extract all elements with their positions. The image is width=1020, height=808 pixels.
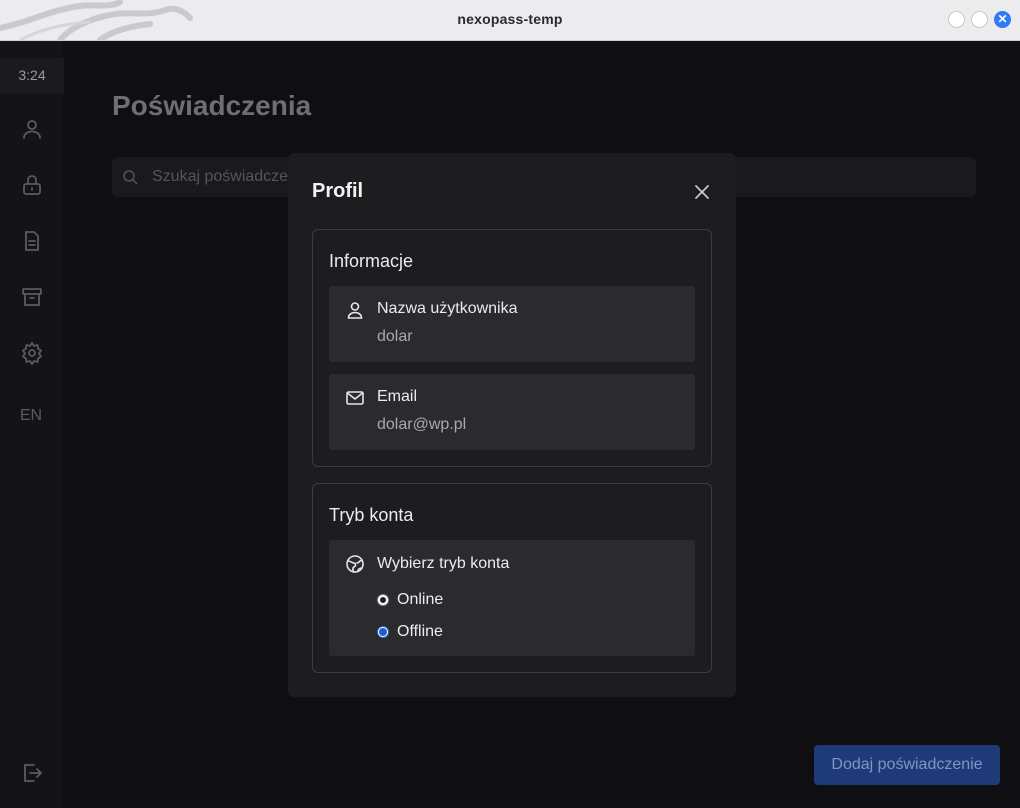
close-icon[interactable] (692, 182, 712, 202)
profile-modal: Profil Informacje Nazwa użytkownika dola… (288, 153, 736, 697)
info-card: Informacje Nazwa użytkownika dolar Email… (312, 229, 712, 467)
modal-title: Profil (312, 180, 364, 202)
settings-icon[interactable] (20, 341, 44, 366)
email-label: Email (377, 388, 418, 405)
radio-offline-label: Offline (397, 623, 443, 640)
minimize-button[interactable] (948, 11, 965, 28)
username-label: Nazwa użytkownika (377, 300, 518, 317)
radio-offline[interactable] (377, 626, 389, 638)
sidebar: 3:24 EN (0, 41, 64, 808)
username-value: dolar (377, 328, 413, 345)
account-mode-select-label: Wybierz tryb konta (377, 555, 510, 572)
globe-icon (346, 555, 364, 573)
mail-icon (346, 391, 364, 405)
language-switch[interactable]: EN (0, 407, 62, 425)
account-mode-card: Tryb konta Wybierz tryb konta Online Off… (312, 483, 712, 673)
session-timer: 3:24 (0, 58, 64, 93)
lock-icon[interactable] (20, 173, 44, 197)
radio-online-label: Online (397, 591, 444, 608)
account-mode-row: Wybierz tryb konta Online Offline (329, 540, 695, 656)
window-close-button[interactable]: ✕ (994, 11, 1011, 28)
user-icon (347, 302, 363, 319)
document-icon[interactable] (20, 229, 44, 253)
logout-icon[interactable] (20, 761, 44, 785)
email-value: dolar@wp.pl (377, 416, 467, 433)
maximize-button[interactable] (971, 11, 988, 28)
window-titlebar: nexopass-temp ✕ (0, 0, 1020, 41)
info-card-title: Informacje (329, 251, 414, 271)
page-title: Poświadczenia (112, 90, 312, 121)
window-title: nexopass-temp (457, 11, 563, 27)
account-mode-title: Tryb konta (329, 505, 414, 525)
user-icon[interactable] (20, 117, 44, 141)
radio-online[interactable] (377, 594, 389, 606)
archive-icon[interactable] (20, 285, 44, 309)
username-row: Nazwa użytkownika dolar (329, 286, 695, 362)
search-icon (123, 170, 138, 185)
add-credential-button[interactable]: Dodaj poświadczenie (814, 745, 1000, 785)
email-row: Email dolar@wp.pl (329, 374, 695, 450)
